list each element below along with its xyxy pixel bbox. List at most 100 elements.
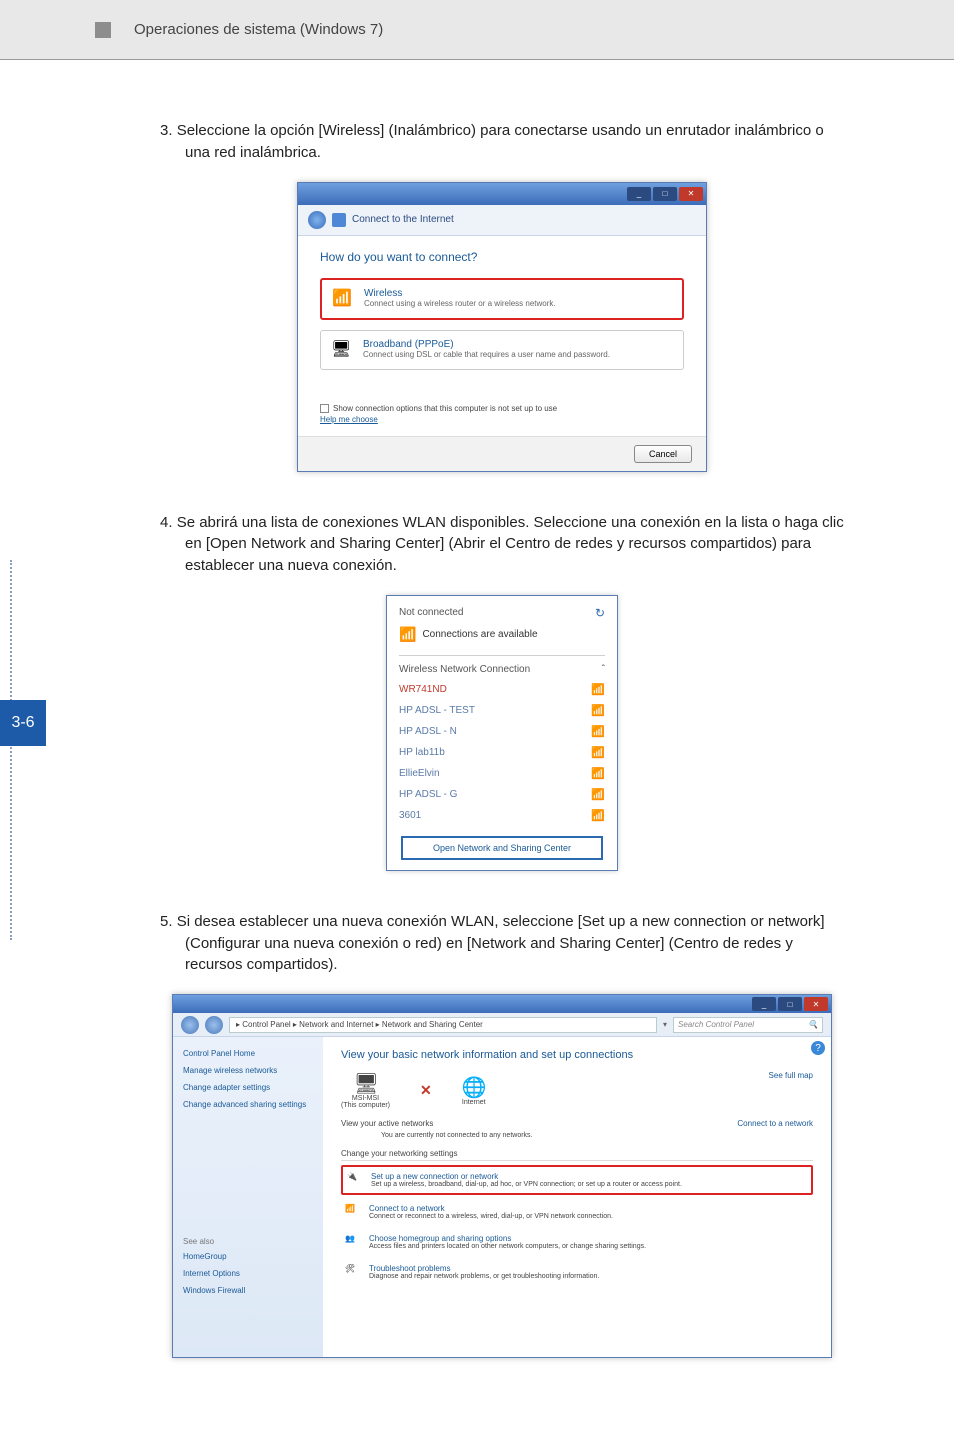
wifi-network-item[interactable]: HP lab11b📶 <box>399 742 605 763</box>
task-desc: Connect or reconnect to a wireless, wire… <box>369 1213 613 1220</box>
connect-to-network-link[interactable]: Connect to a network <box>737 1119 813 1128</box>
sidebar-link[interactable]: Change advanced sharing settings <box>183 1100 313 1109</box>
network-task[interactable]: 📶 Connect to a networkConnect or reconnec… <box>341 1199 813 1225</box>
step-3-num: 3. <box>160 122 173 139</box>
network-icon <box>332 213 346 227</box>
option-broadband-desc: Connect using DSL or cable that requires… <box>363 350 610 359</box>
connections-available-label: Connections are available <box>422 629 537 640</box>
step-4-text: 4. Se abrirá una lista de conexiones WLA… <box>160 512 844 577</box>
minimize-button[interactable]: _ <box>752 997 776 1011</box>
network-map: See full map MSI-MSI (This computer) ✕ I… <box>341 1071 813 1109</box>
globe-icon <box>462 1075 486 1099</box>
search-input[interactable]: Search Control Panel 🔍 <box>673 1017 823 1033</box>
address-bar-row: ▸ Control Panel ▸ Network and Internet ▸… <box>173 1013 831 1037</box>
help-icon[interactable]: ? <box>811 1041 825 1055</box>
option-wireless-title: Wireless <box>364 288 556 299</box>
help-link[interactable]: Help me choose <box>320 415 378 424</box>
wifi-network-item[interactable]: HP ADSL - N📶 <box>399 721 605 742</box>
network-task[interactable]: 🔌Set up a new connection or networkSet u… <box>341 1165 813 1195</box>
window-titlebar: _ □ ✕ <box>173 995 831 1013</box>
dialog-body: How do you want to connect? Wireless Con… <box>298 236 706 390</box>
back-button[interactable] <box>308 211 326 229</box>
wifi-network-item[interactable]: HP ADSL - TEST📶 <box>399 700 605 721</box>
wifi-network-item[interactable]: WR741ND📶 <box>399 679 605 700</box>
dialog-header: Connect to the Internet <box>298 205 706 236</box>
search-placeholder: Search Control Panel <box>678 1020 754 1029</box>
option-broadband-title: Broadband (PPPoE) <box>363 339 610 350</box>
wifi-network-name: EllieElvin <box>399 768 440 779</box>
task-title: Connect to a network <box>369 1204 613 1213</box>
wifi-network-item[interactable]: 3601📶 <box>399 805 605 826</box>
modem-icon <box>331 339 353 361</box>
dialog-footer: Show connection options that this comput… <box>298 390 706 436</box>
wifi-network-item[interactable]: HP ADSL - G📶 <box>399 784 605 805</box>
task-icon: 📶 <box>345 1204 361 1220</box>
wifi-network-name: HP ADSL - TEST <box>399 705 475 716</box>
close-button[interactable]: ✕ <box>804 997 828 1011</box>
signal-icon: 📶 <box>591 683 605 696</box>
show-options-checkbox[interactable]: Show connection options that this comput… <box>320 404 684 413</box>
map-node-computer: MSI-MSI (This computer) <box>341 1071 390 1109</box>
task-title: Set up a new connection or network <box>371 1172 682 1181</box>
computer-icon <box>354 1071 378 1095</box>
sidebar-link[interactable]: Manage wireless networks <box>183 1066 313 1075</box>
wifi-network-name: 3601 <box>399 810 421 821</box>
header-bar: Operaciones de sistema (Windows 7) <box>0 0 954 60</box>
sidebar-link[interactable]: Change adapter settings <box>183 1083 313 1092</box>
nav-back-button[interactable] <box>181 1016 199 1034</box>
maximize-button[interactable]: □ <box>778 997 802 1011</box>
flyout-status-row: Not connected ↻ <box>399 606 605 620</box>
wifi-network-list: WR741ND📶HP ADSL - TEST📶HP ADSL - N📶HP la… <box>399 679 605 826</box>
dialog-question: How do you want to connect? <box>320 250 684 264</box>
see-also-label: See also <box>183 1237 313 1246</box>
open-network-center-link[interactable]: Open Network and Sharing Center <box>401 836 603 860</box>
see-also-link[interactable]: HomeGroup <box>183 1252 313 1261</box>
step-4-num: 4. <box>160 514 173 531</box>
close-button[interactable]: ✕ <box>679 187 703 201</box>
step-3: 3. Seleccione la opción [Wireless] (Inal… <box>160 120 844 472</box>
window-buttons: _ □ ✕ <box>627 187 703 201</box>
see-also-link[interactable]: Windows Firewall <box>183 1286 313 1295</box>
cancel-button[interactable]: Cancel <box>634 445 692 463</box>
wifi-icon <box>332 288 354 310</box>
wifi-network-item[interactable]: EllieElvin📶 <box>399 763 605 784</box>
maximize-button[interactable]: □ <box>653 187 677 201</box>
option-wireless-desc: Connect using a wireless router or a wir… <box>364 299 556 308</box>
see-full-map-link[interactable]: See full map <box>769 1071 813 1080</box>
screenshot-network-sharing-center: _ □ ✕ ▸ Control Panel ▸ Network and Inte… <box>172 994 832 1358</box>
task-desc: Diagnose and repair network problems, or… <box>369 1273 599 1280</box>
step-3-text: 3. Seleccione la opción [Wireless] (Inal… <box>160 120 844 164</box>
change-settings-title: Change your networking settings <box>341 1149 813 1161</box>
task-desc: Access files and printers located on oth… <box>369 1243 646 1250</box>
breadcrumb[interactable]: ▸ Control Panel ▸ Network and Internet ▸… <box>229 1017 657 1033</box>
internet-label: Internet <box>462 1099 486 1106</box>
active-networks-row: View your active networks Connect to a n… <box>341 1119 813 1128</box>
option-broadband[interactable]: Broadband (PPPoE) Connect using DSL or c… <box>320 330 684 370</box>
sidebar-home[interactable]: Control Panel Home <box>183 1049 313 1058</box>
nav-forward-button[interactable] <box>205 1016 223 1034</box>
signal-icon: 📶 <box>591 746 605 759</box>
step-5-text: 5. Si desea establecer una nueva conexió… <box>160 911 844 976</box>
computer-sublabel: (This computer) <box>341 1102 390 1109</box>
network-task[interactable]: 🛠Troubleshoot problemsDiagnose and repai… <box>341 1259 813 1285</box>
step-4: 4. Se abrirá una lista de conexiones WLA… <box>160 512 844 871</box>
document-page: 3-6 Operaciones de sistema (Windows 7) 3… <box>0 0 954 1438</box>
checkbox-icon <box>320 404 329 413</box>
step-3-body: Seleccione la opción [Wireless] (Inalámb… <box>177 122 824 161</box>
search-icon: 🔍 <box>808 1020 818 1029</box>
refresh-icon[interactable]: ↻ <box>595 606 605 620</box>
network-task[interactable]: 👥Choose homegroup and sharing optionsAcc… <box>341 1229 813 1255</box>
minimize-button[interactable]: _ <box>627 187 651 201</box>
wireless-section-title[interactable]: Wireless Network Connection ˆ <box>399 660 605 679</box>
content-area: 3. Seleccione la opción [Wireless] (Inal… <box>0 60 954 1438</box>
not-connected-message: You are currently not connected to any n… <box>381 1132 813 1139</box>
see-also-link[interactable]: Internet Options <box>183 1269 313 1278</box>
disconnected-x-icon: ✕ <box>420 1082 432 1099</box>
step-5-num: 5. <box>160 913 173 930</box>
not-connected-label: Not connected <box>399 607 464 618</box>
wireless-section-text: Wireless Network Connection <box>399 664 530 675</box>
collapse-caret-icon: ˆ <box>602 664 605 675</box>
task-icon: 🔌 <box>347 1172 363 1188</box>
window-titlebar: _ □ ✕ <box>298 183 706 205</box>
option-wireless[interactable]: Wireless Connect using a wireless router… <box>320 278 684 320</box>
